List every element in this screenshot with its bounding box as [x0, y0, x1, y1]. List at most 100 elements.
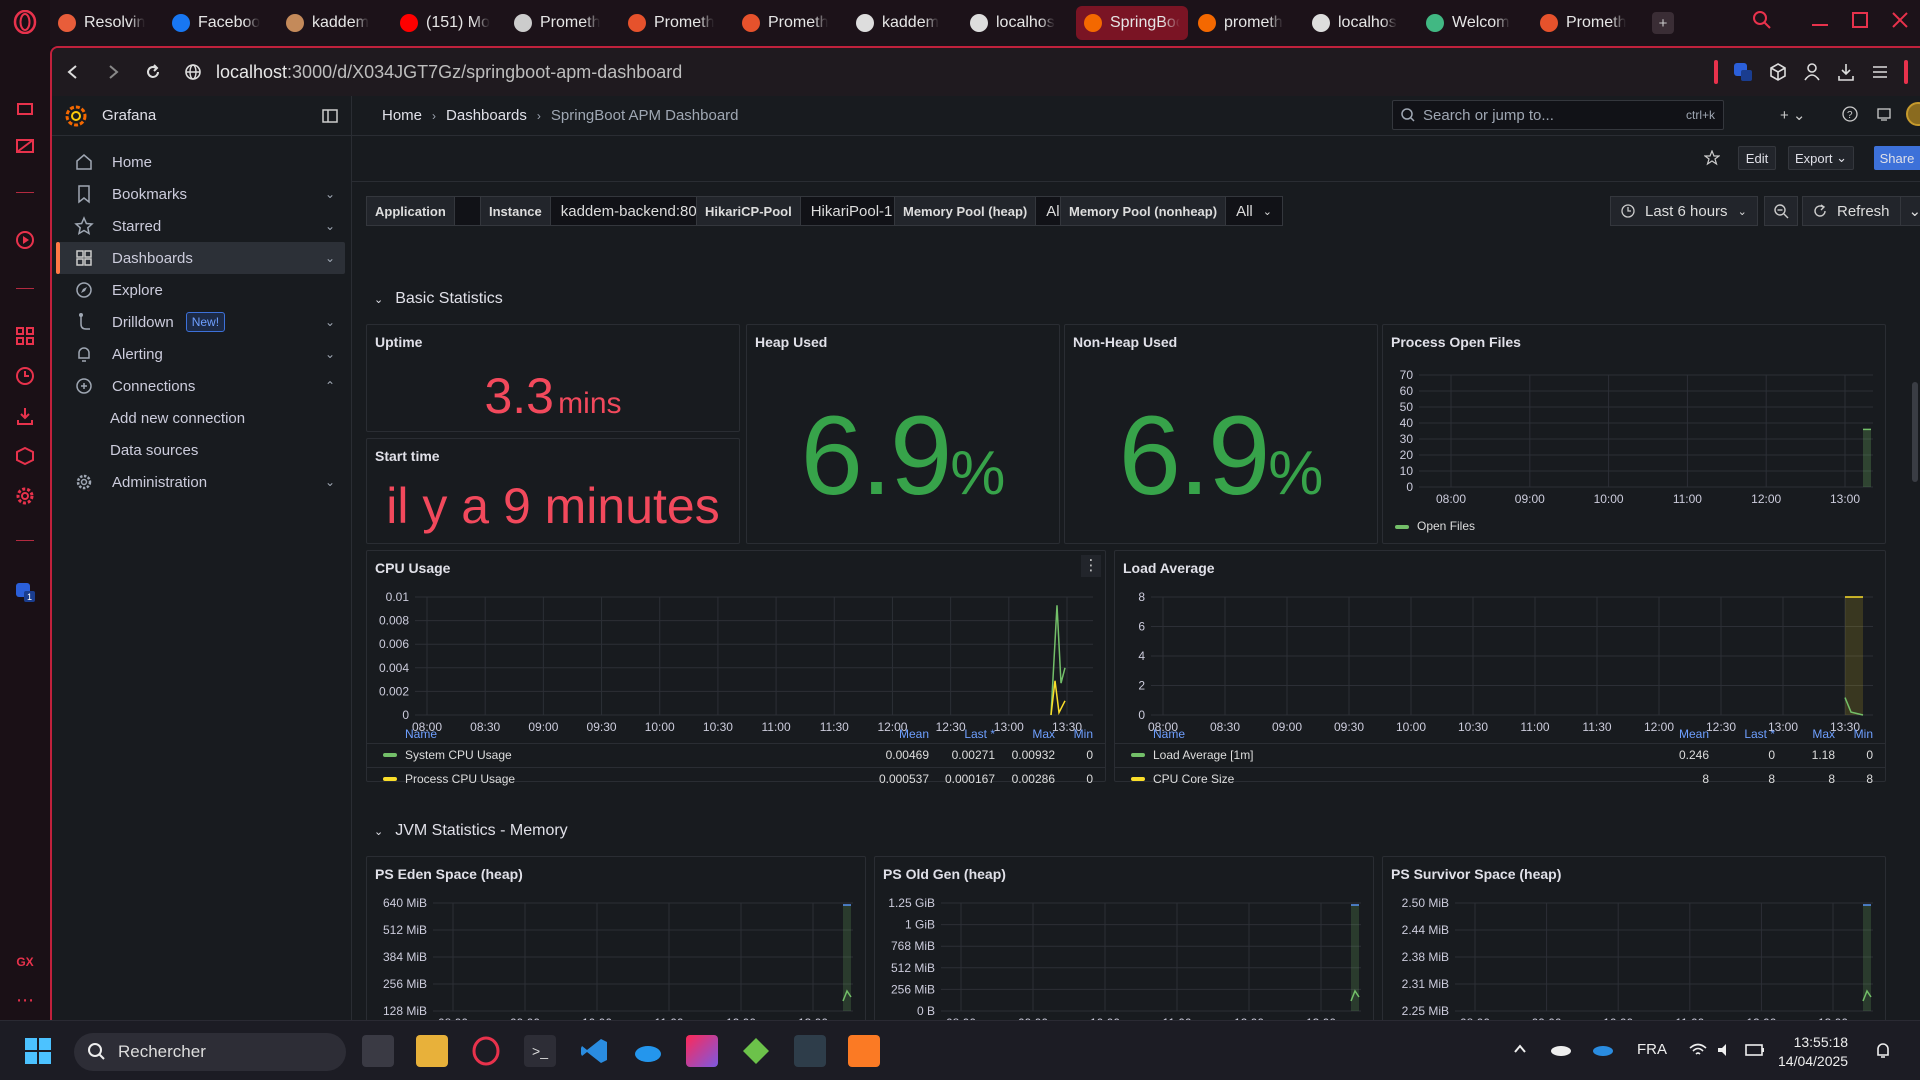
task-view-icon[interactable]	[362, 1035, 394, 1067]
variable-2[interactable]: HikariCP-PoolHikariPool-1⌄	[696, 196, 923, 226]
workspace-icon-toolbar[interactable]	[1732, 61, 1754, 83]
settings-icon[interactable]	[13, 484, 37, 508]
legend-row[interactable]: CPU Core Size 8 8 8 8	[1115, 767, 1885, 789]
search-tabs-icon[interactable]	[1752, 10, 1772, 30]
legend-header[interactable]: Mean	[899, 727, 929, 741]
speed-dial-icon[interactable]	[13, 324, 37, 348]
legend-row[interactable]: Process CPU Usage 0.000537 0.000167 0.00286…	[367, 767, 1105, 789]
section-jvm-memory[interactable]: ⌄ JVM Statistics - Memory	[374, 822, 568, 840]
legend-header[interactable]: Min	[1074, 727, 1093, 741]
remote-desktop-icon[interactable]	[794, 1035, 826, 1067]
legend-header[interactable]: Name	[405, 727, 437, 741]
nav-item-starred[interactable]: Starred ⌄	[58, 210, 345, 242]
legend-header[interactable]: Min	[1854, 727, 1873, 741]
nav-item-explore[interactable]: Explore	[58, 274, 345, 306]
search-input[interactable]: Search or jump to... ctrl+k	[1392, 100, 1724, 130]
more-icon[interactable]: ⋯	[13, 988, 37, 1012]
load-average-panel[interactable]: Load Average 0 2 4 6 8 08:00 08:30 09:00 09:30 10…	[1114, 550, 1887, 786]
section-basic-statistics[interactable]: ⌄ Basic Statistics	[374, 290, 503, 308]
chevron-down-icon[interactable]: ⌄	[325, 475, 335, 489]
zoom-out-button[interactable]	[1764, 196, 1798, 226]
nav-item-connections[interactable]: Connections ⌃	[58, 370, 345, 402]
onedrive-icon[interactable]	[1550, 1041, 1572, 1057]
legend-header[interactable]: Last *	[964, 727, 995, 741]
old-gen-panel[interactable]: PS Old Gen (heap) 0 B 256 MiB 512 MiB 768 M…	[874, 856, 1374, 1020]
open-files-panel[interactable]: Process Open Files 0 10 20 30 40 50 60 70 08:00 0…	[1382, 324, 1886, 544]
dock-menu-icon[interactable]	[321, 107, 339, 125]
avatar[interactable]	[1906, 102, 1920, 126]
taskbar-search[interactable]: Rechercher	[74, 1033, 346, 1071]
survivor-space-chart[interactable]: 2.25 MiB 2.31 MiB 2.38 MiB 2.44 MiB 2.50 MiB…	[1383, 893, 1887, 1020]
extensions-icon[interactable]	[13, 444, 37, 468]
share-button[interactable]: Share	[1874, 146, 1920, 170]
open-files-area[interactable]	[1863, 429, 1871, 487]
vscode-icon[interactable]	[578, 1035, 610, 1067]
legend-header[interactable]: Name	[1153, 727, 1185, 741]
tab-0[interactable]: Resolvin	[50, 6, 162, 40]
star-dashboard-icon[interactable]	[1702, 146, 1722, 170]
edit-button[interactable]: Edit	[1738, 146, 1776, 170]
url-text[interactable]: localhost:3000/d/X034JGT7Gz/springboot-a…	[216, 62, 682, 83]
eden-space-chart[interactable]: 128 MiB256 MiB384 MiB512 MiB640 MiB08:00…	[367, 893, 867, 1020]
legend-open-files[interactable]: Open Files	[1395, 519, 1475, 533]
workspace-icon[interactable]: 1	[13, 580, 37, 604]
eden-space-panel[interactable]: PS Eden Space (heap) 128 MiB 256 MiB 384 M…	[366, 856, 866, 1020]
opera-taskbar-icon[interactable]	[470, 1035, 502, 1067]
chevron-down-icon[interactable]: ⌄	[325, 315, 335, 329]
tab-8[interactable]: localhos	[962, 6, 1074, 40]
xampp-icon[interactable]	[848, 1035, 880, 1067]
time-picker[interactable]: Last 6 hours ⌄	[1610, 196, 1758, 226]
tab-2[interactable]: kaddem	[278, 6, 390, 40]
downloads-icon[interactable]	[13, 404, 37, 428]
heap-used-panel[interactable]: Heap Used 6.9%	[746, 324, 1060, 544]
news-icon[interactable]	[1876, 106, 1892, 122]
aria-icon[interactable]	[13, 96, 37, 120]
variable-select[interactable]: All ⌄	[1226, 196, 1283, 226]
maximize-icon[interactable]	[1850, 10, 1870, 30]
nav-item-drilldown[interactable]: Drilldown New! ⌄	[58, 306, 345, 338]
git-icon[interactable]	[740, 1035, 772, 1067]
reload-icon[interactable]	[144, 63, 162, 81]
cpu-core-area[interactable]	[1845, 597, 1863, 715]
chevron-down-icon[interactable]: ⌄	[325, 187, 335, 201]
cpu-usage-panel[interactable]: CPU Usage ⋮ 0 0.002 0.004 0.006 0.008 0.01 08:…	[366, 550, 1106, 786]
gx-label[interactable]: GX	[13, 950, 37, 974]
battery-icon[interactable]	[1744, 1041, 1766, 1059]
forward-icon[interactable]	[104, 63, 122, 81]
tab-13[interactable]: Prometh	[1532, 6, 1644, 40]
legend-row[interactable]: Load Average [1m] 0.246 0 1.18 0	[1115, 743, 1885, 765]
tab-11[interactable]: localhos	[1304, 6, 1416, 40]
chevron-up-icon[interactable]: ⌃	[325, 379, 335, 393]
download-icon[interactable]	[1836, 62, 1856, 82]
nav-subitem[interactable]: Add new connection	[52, 402, 351, 434]
volume-icon[interactable]	[1716, 1041, 1734, 1059]
opera-logo-icon[interactable]	[13, 10, 37, 34]
nav-item-home[interactable]: Home	[58, 146, 345, 178]
survivor-space-panel[interactable]: PS Survivor Space (heap) 2.25 MiB 2.31 Mi…	[1382, 856, 1886, 1020]
legend-header[interactable]: Max	[1812, 727, 1835, 741]
chevron-down-icon[interactable]: ⌄	[325, 219, 335, 233]
tab-10[interactable]: prometh	[1190, 6, 1302, 40]
nav-item-dashboards[interactable]: Dashboards ⌄	[56, 242, 345, 274]
docker-icon[interactable]	[632, 1035, 664, 1067]
load-average-chart[interactable]: 0246808:00 08:30 09:00 09:30 10:00 10:30 11:00…	[1115, 587, 1887, 737]
tab-5[interactable]: Prometh	[620, 6, 732, 40]
new-tab-icon[interactable]: +	[1652, 12, 1674, 34]
old-gen-chart[interactable]: 0 B256 MiB512 MiB768 MiB1 GiB1.25 GiB08:…	[875, 893, 1375, 1020]
onedrive-business-icon[interactable]	[1592, 1041, 1614, 1057]
scrollbar[interactable]	[1912, 382, 1918, 482]
nav-item-bookmarks[interactable]: Bookmarks ⌄	[58, 178, 345, 210]
windows-start-icon[interactable]	[22, 1035, 54, 1067]
chevron-down-icon[interactable]: ⌄	[325, 347, 335, 361]
grafana-brand[interactable]: Grafana	[52, 96, 351, 136]
non-heap-used-panel[interactable]: Non-Heap Used 6.9%	[1064, 324, 1378, 544]
nav-item-alerting[interactable]: Alerting ⌄	[58, 338, 345, 370]
close-icon[interactable]	[1890, 10, 1910, 30]
clock[interactable]: 13:55:18 14/04/2025	[1778, 1033, 1848, 1071]
panel-menu-icon[interactable]: ⋮	[1081, 555, 1101, 577]
tab-6[interactable]: Prometh	[734, 6, 846, 40]
variable-4[interactable]: Memory Pool (nonheap) All ⌄	[1060, 196, 1283, 226]
wifi-icon[interactable]	[1688, 1041, 1708, 1059]
language-indicator[interactable]: FRA	[1637, 1041, 1667, 1058]
file-explorer-icon[interactable]	[416, 1035, 448, 1067]
